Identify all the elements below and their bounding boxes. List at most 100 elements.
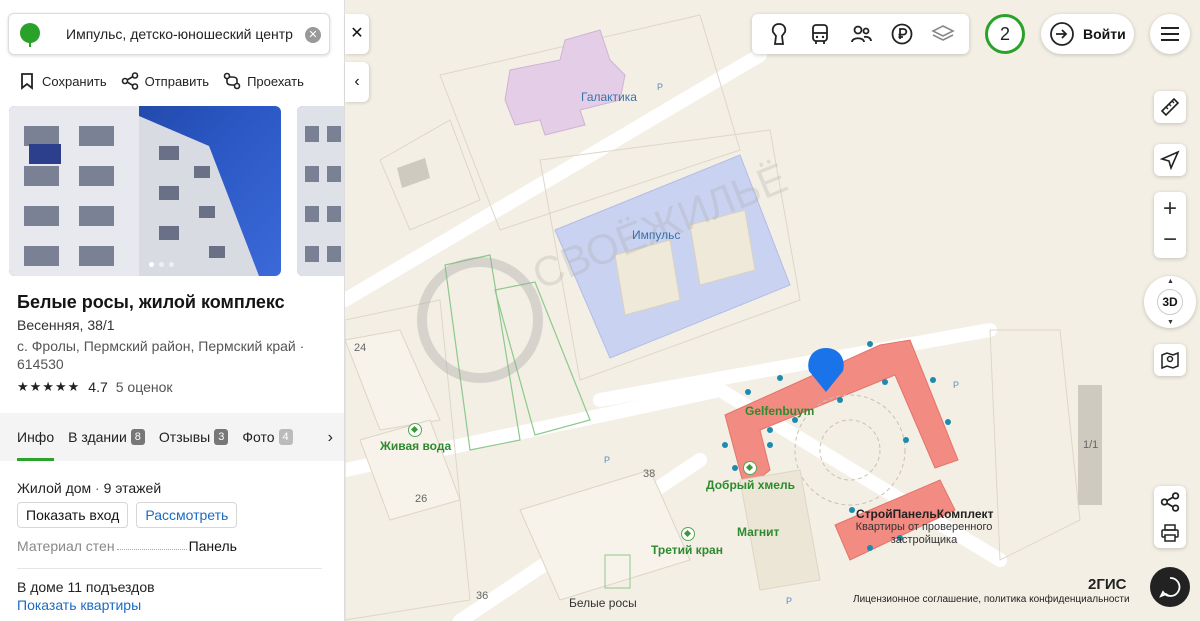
brand-logo[interactable]: 2ГИС — [1088, 576, 1126, 593]
map-label-dobry-khmel[interactable]: Добрый хмель — [706, 478, 795, 492]
chat-button[interactable] — [1150, 567, 1190, 607]
map-label-magnit[interactable]: Магнит — [737, 525, 779, 539]
show-entrance-button[interactable]: Показать вход — [17, 502, 129, 528]
parking-icon: P — [604, 455, 611, 465]
divider — [17, 568, 322, 569]
tab-badge: 3 — [214, 429, 229, 445]
map-label-stroy-panel[interactable]: СтройПанельКомплект — [856, 507, 993, 521]
2gis-logo-icon — [20, 23, 40, 47]
save-label: Сохранить — [42, 73, 107, 89]
compass-control[interactable]: ▲ 3D ▼ — [1144, 276, 1196, 328]
map-label-galaxy[interactable]: Галактика — [581, 90, 637, 104]
collapse-panel-button[interactable]: ‹ — [345, 62, 369, 102]
map-label-zhivaya-voda[interactable]: Живая вода — [380, 439, 451, 453]
poi-dot-icon[interactable] — [408, 423, 422, 437]
friends-button[interactable] — [848, 21, 874, 47]
compass-south-icon[interactable]: ▼ — [1167, 319, 1174, 326]
house-number: 36 — [476, 590, 489, 602]
attractions-button[interactable] — [766, 21, 792, 47]
rating-value: 4.7 — [88, 379, 108, 395]
tab-badge: 8 — [130, 429, 145, 445]
login-label: Войти — [1083, 26, 1126, 42]
clear-search-icon[interactable]: ✕ — [305, 27, 321, 43]
tab-in-building[interactable]: В здании 8 — [68, 413, 145, 461]
real-estate-button[interactable] — [889, 21, 915, 47]
people-icon — [850, 25, 872, 43]
menu-button[interactable] — [1150, 14, 1190, 54]
route-button[interactable]: Проехать — [223, 72, 304, 90]
map-label-stroy-panel-sub: Квартиры от проверенного застройщика — [855, 521, 993, 546]
save-button[interactable]: Сохранить — [18, 72, 107, 90]
map-label-gelfenbuym[interactable]: Gelfenbuym — [745, 404, 814, 418]
rating-summary[interactable]: ★★★★★ 4.7 5 оценок — [17, 379, 173, 395]
ruble-icon — [891, 23, 912, 45]
place-tabs: Инфо В здании 8 Отзывы 3 Фото 4 › — [0, 413, 344, 461]
place-actions: Сохранить Отправить Проехать — [18, 72, 304, 90]
my-location-button[interactable] — [1154, 144, 1186, 176]
zoom-out-button[interactable]: − — [1154, 225, 1186, 258]
parking-icon: P — [657, 82, 664, 92]
zoom-in-button[interactable]: + — [1154, 192, 1186, 225]
share-print-control — [1154, 486, 1186, 548]
transport-button[interactable] — [807, 21, 833, 47]
house-number: 24 — [354, 342, 367, 354]
print-button[interactable] — [1160, 517, 1180, 548]
map-pin-button[interactable] — [1154, 344, 1186, 376]
building-floors: 9 этажей — [103, 480, 162, 496]
search-input[interactable]: Импульс, детско-юношеский центр — [66, 26, 293, 42]
share-button[interactable]: Отправить — [121, 72, 209, 90]
map-label-treti-kran[interactable]: Третий кран — [651, 543, 723, 557]
tab-badge: 4 — [278, 429, 293, 445]
route-label: Проехать — [247, 73, 304, 89]
building-info: Жилой дом · 9 этажей — [17, 480, 162, 496]
building-photo[interactable] — [297, 106, 344, 276]
building-photo[interactable] — [9, 106, 281, 276]
show-apartments-link[interactable]: Показать квартиры — [17, 597, 141, 613]
chat-icon — [1159, 577, 1181, 598]
toggle-3d-button[interactable]: 3D — [1157, 289, 1183, 315]
building-buttons: Показать вход Рассмотреть — [17, 502, 238, 528]
place-panel: Импульс, детско-юношеский центр ✕ Сохран… — [0, 0, 345, 621]
wall-material-row: Материал стен Панель — [17, 538, 322, 554]
ruler-button[interactable] — [1154, 91, 1186, 123]
gallery-pagination — [149, 262, 174, 267]
map-share-button[interactable] — [1160, 486, 1180, 517]
map-marker-icon — [1161, 351, 1179, 370]
location-arrow-icon — [1160, 150, 1180, 170]
view-button[interactable]: Рассмотреть — [136, 502, 238, 528]
building-photo-drawing — [297, 106, 344, 276]
share-icon — [1160, 491, 1180, 512]
poi-dot-icon[interactable] — [743, 461, 757, 475]
place-address: Весенняя, 38/1 — [17, 317, 115, 333]
parking-icon: P — [953, 380, 960, 390]
search-box[interactable]: Импульс, детско-юношеский центр ✕ — [8, 13, 330, 55]
close-panel-button[interactable]: ✕ — [345, 14, 369, 54]
compass-north-icon[interactable]: ▲ — [1167, 278, 1174, 285]
layers-icon — [930, 25, 955, 41]
map-label-impulse[interactable]: Импульс — [632, 228, 680, 242]
map-label-belye-rosy: Белые росы — [569, 596, 637, 610]
wall-material-value: Панель — [188, 538, 237, 554]
tab-info[interactable]: Инфо — [17, 413, 55, 461]
license-link[interactable]: Лицензионное соглашение, политика конфид… — [853, 594, 1130, 605]
login-icon — [1050, 22, 1074, 46]
poi-dot-icon[interactable] — [681, 527, 695, 541]
notification-counter[interactable]: 2 — [985, 14, 1025, 54]
photo-gallery[interactable] — [9, 106, 344, 276]
house-number: 1/1 — [1083, 439, 1099, 451]
share-label: Отправить — [144, 73, 210, 89]
zoom-control: + − — [1154, 192, 1186, 258]
house-number: 38 — [643, 468, 656, 480]
wall-material-label: Материал стен — [17, 538, 115, 554]
entrances-info: В доме 11 подъездов — [17, 579, 155, 595]
bookmark-icon — [21, 73, 33, 90]
rating-count[interactable]: 5 оценок — [116, 379, 173, 395]
tabs-next-icon[interactable]: › — [328, 429, 333, 447]
rating-stars-icon: ★★★★★ — [17, 379, 81, 394]
tab-reviews[interactable]: Отзывы 3 — [159, 413, 229, 461]
login-button[interactable]: Войти — [1041, 14, 1134, 54]
tab-photos[interactable]: Фото 4 — [242, 413, 293, 461]
layers-button[interactable] — [930, 21, 956, 47]
building-type: Жилой дом — [17, 480, 92, 496]
share-icon — [121, 72, 138, 90]
